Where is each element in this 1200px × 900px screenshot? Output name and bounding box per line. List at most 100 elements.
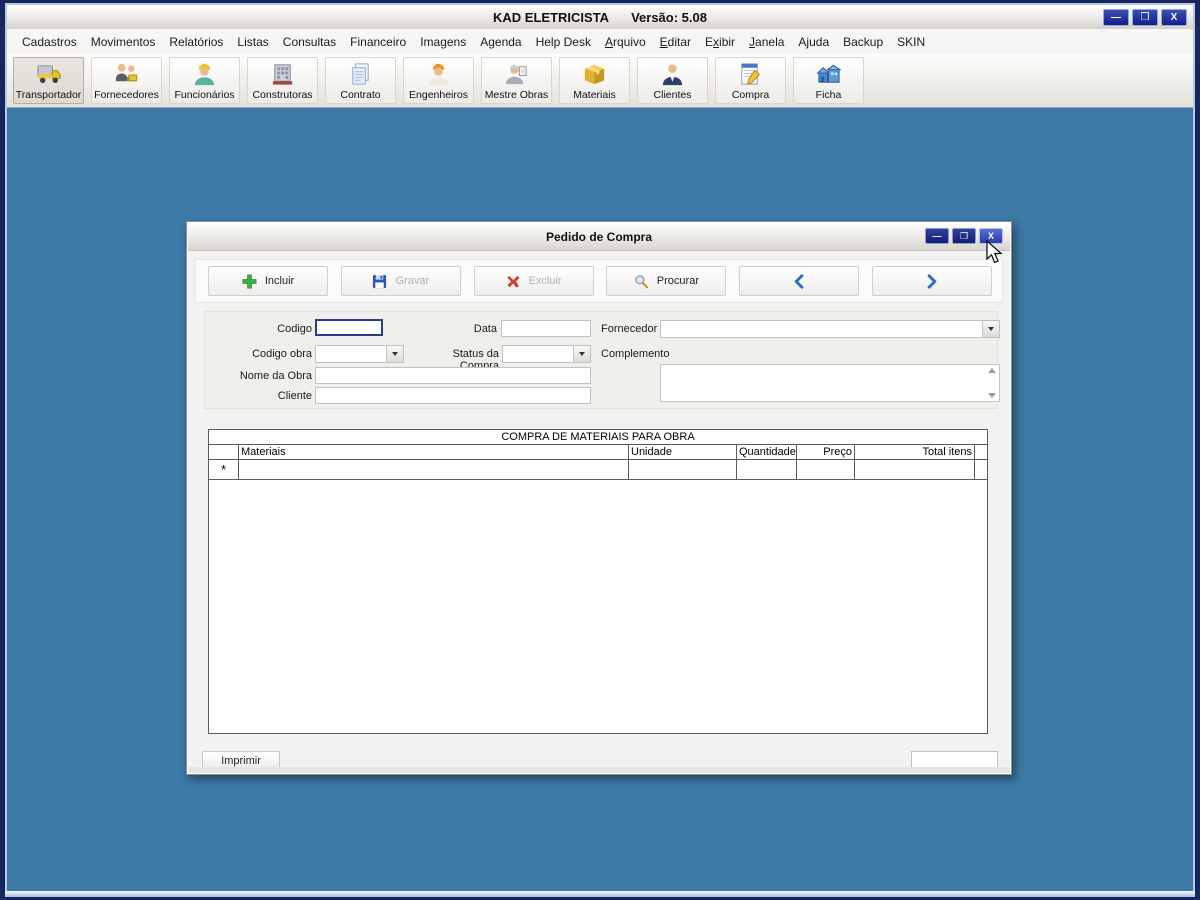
cliente-input[interactable] — [315, 387, 591, 404]
grid-column-header-materiais: Materiais — [239, 445, 629, 459]
menu-item-movimentos[interactable]: Movimentos — [84, 32, 163, 52]
data-input[interactable] — [501, 320, 591, 337]
status-compra-combobox[interactable] — [502, 345, 591, 363]
toolbar-button-compra[interactable]: Compra — [715, 57, 786, 104]
client-icon — [659, 61, 686, 88]
toolbar-button-materiais[interactable]: Materiais — [559, 57, 630, 104]
toolbar-button-label: Compra — [731, 89, 770, 101]
total-input[interactable] — [911, 751, 998, 768]
main-titlebar[interactable]: KAD ELETRICISTA Versão: 5.08 — ❒ X — [7, 5, 1193, 29]
codigo-obra-combobox[interactable] — [315, 345, 404, 363]
grid-new-row[interactable]: * — [209, 460, 987, 480]
grid-column-header-total-itens: Total itens — [855, 445, 975, 459]
menu-item-exibir[interactable]: Exibir — [698, 32, 742, 52]
codigo-obra-dropdown-button[interactable] — [386, 346, 403, 362]
complemento-scrollbar[interactable] — [984, 365, 999, 401]
toolbar-button-label: Mestre Obras — [484, 89, 549, 101]
menu-item-janela[interactable]: Janela — [742, 32, 791, 52]
menu-item-backup[interactable]: Backup — [836, 32, 890, 52]
cliente-label: Cliente — [277, 390, 312, 402]
fornecedor-label: Fornecedor — [601, 323, 658, 335]
complemento-label: Complemento — [601, 348, 670, 360]
menu-item-editar[interactable]: Editar — [653, 32, 698, 52]
new-row-marker[interactable]: * — [209, 460, 239, 479]
toolbar-button-label: Ficha — [815, 89, 842, 101]
chevron-left-icon — [794, 273, 804, 289]
toolbar-button-transportador[interactable]: Transportador — [13, 57, 84, 104]
truck-icon — [35, 61, 62, 88]
menu-item-help-desk[interactable]: Help Desk — [529, 32, 598, 52]
toolbar-button-clientes[interactable]: Clientes — [637, 57, 708, 104]
grid-column-header-preco: Preço — [797, 445, 855, 459]
toolbar-button-funcionarios[interactable]: Funcionários — [169, 57, 240, 104]
app-version: Versão: 5.08 — [631, 9, 707, 25]
grid-cell[interactable] — [737, 460, 797, 479]
mouse-cursor — [986, 240, 1003, 264]
grid-caption: COMPRA DE MATERIAIS PARA OBRA — [209, 430, 987, 445]
window-controls: — ❒ X — [1102, 8, 1188, 27]
toolbar-button-contrato[interactable]: Contrato — [325, 57, 396, 104]
incluir-button[interactable]: Incluir — [208, 266, 328, 296]
procurar-button[interactable]: Procurar — [606, 266, 727, 296]
minimize-button[interactable]: — — [1103, 9, 1129, 26]
main-toolbar: Transportador Fornecedores Funcionários Con… — [7, 54, 1193, 108]
menu-item-financeiro[interactable]: Financeiro — [343, 32, 413, 52]
status-compra-dropdown-button[interactable] — [573, 346, 590, 362]
toolbar-button-ficha[interactable]: Ficha — [793, 57, 864, 104]
codigo-input[interactable] — [315, 319, 383, 336]
next-record-button[interactable] — [871, 266, 992, 296]
chevron-down-icon — [579, 352, 585, 356]
contract-icon — [347, 61, 374, 88]
menu-item-consultas[interactable]: Consultas — [276, 32, 343, 52]
menu-item-imagens[interactable]: Imagens — [413, 32, 473, 52]
app-title: KAD ELETRICISTA — [493, 9, 610, 25]
fornecedor-value — [661, 321, 982, 337]
toolbar-button-mestre-obras[interactable]: Mestre Obras — [481, 57, 552, 104]
grid-filler-cell — [975, 460, 987, 479]
plus-icon — [242, 274, 257, 288]
menu-item-listas[interactable]: Listas — [230, 32, 275, 52]
complemento-value — [661, 365, 984, 401]
menu-item-cadastros[interactable]: Cadastros — [15, 32, 84, 52]
menu-item-relatorios[interactable]: Relatórios — [162, 32, 230, 52]
foreman-icon — [503, 61, 530, 88]
dialog-titlebar[interactable]: Pedido de Compra — ❒ X — [188, 223, 1010, 251]
worker-icon — [191, 61, 218, 88]
materials-grid[interactable]: COMPRA DE MATERIAIS PARA OBRA Materiais U… — [208, 429, 988, 734]
toolbar-button-label: Clientes — [653, 89, 692, 101]
toolbar-button-construtoras[interactable]: Construtoras — [247, 57, 318, 104]
order-form-panel: Codigo Data Fornecedor Codigo obra Statu… — [204, 311, 1000, 409]
incluir-label: Incluir — [264, 275, 295, 287]
fornecedor-combobox[interactable] — [660, 320, 1000, 338]
grid-cell[interactable] — [629, 460, 737, 479]
grid-cell[interactable] — [855, 460, 975, 479]
dialog-minimize-button[interactable]: — — [925, 228, 949, 244]
previous-record-button[interactable] — [739, 266, 860, 296]
grid-cell[interactable] — [797, 460, 855, 479]
complemento-textarea[interactable] — [660, 364, 1000, 402]
codigo-label: Codigo — [277, 323, 312, 335]
nome-obra-input[interactable] — [315, 367, 591, 384]
maximize-button[interactable]: ❒ — [1132, 9, 1158, 26]
menu-item-skin[interactable]: SKIN — [890, 32, 932, 52]
close-button[interactable]: X — [1161, 9, 1187, 26]
toolbar-button-engenheiros[interactable]: Engenheiros — [403, 57, 474, 104]
suppliers-icon — [113, 61, 140, 88]
menu-item-ajuda[interactable]: Ajuda — [791, 32, 836, 52]
toolbar-button-label: Contrato — [340, 89, 381, 101]
excluir-button[interactable]: Excluir — [473, 266, 594, 296]
gravar-button[interactable]: Gravar — [340, 266, 461, 296]
dialog-maximize-button[interactable]: ❒ — [952, 228, 976, 244]
menu-item-arquivo[interactable]: Arquivo — [598, 32, 653, 52]
grid-column-header-unidade: Unidade — [629, 445, 737, 459]
grid-column-header-quantidade: Quantidade — [739, 445, 797, 459]
engineer-icon — [425, 61, 452, 88]
menu-item-agenda[interactable]: Agenda — [473, 32, 528, 52]
toolbar-button-label: Fornecedores — [94, 89, 159, 101]
toolbar-button-fornecedores[interactable]: Fornecedores — [91, 57, 162, 104]
fornecedor-dropdown-button[interactable] — [982, 321, 999, 337]
grid-cell[interactable] — [239, 460, 629, 479]
floppy-disk-icon — [373, 274, 387, 288]
house-icon — [815, 61, 842, 88]
chevron-right-icon — [928, 273, 937, 289]
